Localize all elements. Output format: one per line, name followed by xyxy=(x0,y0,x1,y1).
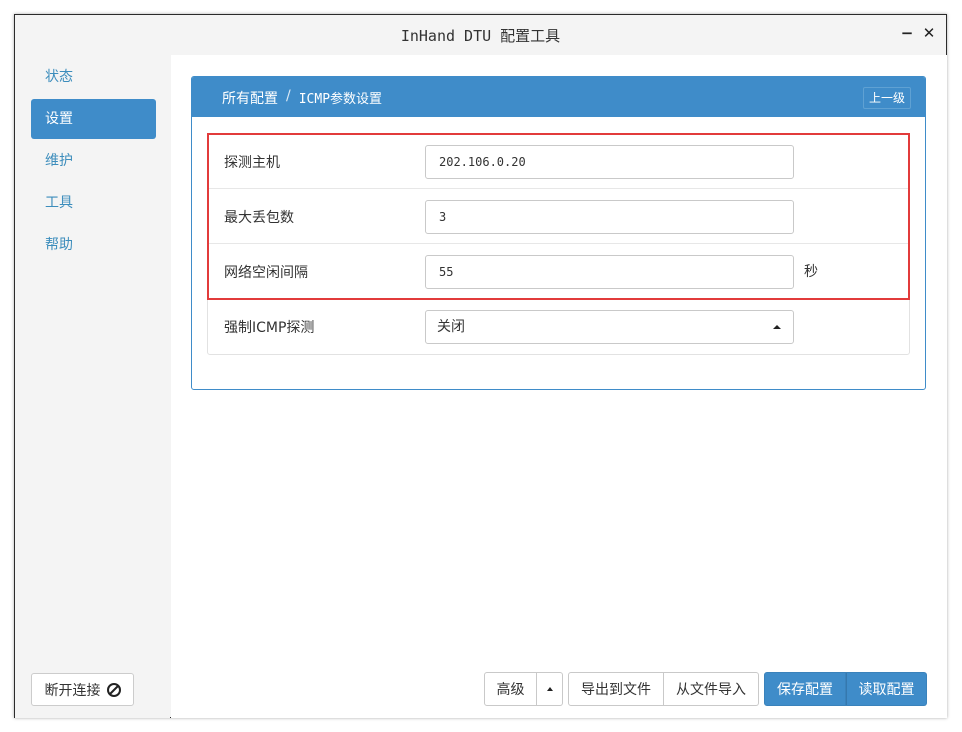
probe-host-label: 探测主机 xyxy=(224,155,280,171)
form-row-max-loss: 最大丢包数 3 xyxy=(208,189,909,244)
form-row-probe-host: 探测主机 202.106.0.20 xyxy=(208,134,909,189)
disconnect-label: 断开连接 xyxy=(44,682,101,699)
sidebar-item-tools[interactable]: 工具 xyxy=(31,183,156,223)
title-bar: InHand DTU 配置工具 − ✕ xyxy=(15,15,946,55)
force-icmp-label: 强制ICMP探测 xyxy=(224,320,315,336)
main-content: 所有配置 / ICMP参数设置 上一级 探测主机 202.106.0.20 最大… xyxy=(171,55,947,718)
max-loss-label: 最大丢包数 xyxy=(224,210,294,226)
caret-up-icon xyxy=(773,325,781,329)
breadcrumb-root[interactable]: 所有配置 xyxy=(222,88,278,108)
up-level-button[interactable]: 上一级 xyxy=(863,87,911,109)
advanced-button[interactable]: 高级 xyxy=(484,672,537,706)
ban-icon xyxy=(106,682,121,697)
import-from-file-button[interactable]: 从文件导入 xyxy=(664,672,759,706)
icmp-settings-panel: 所有配置 / ICMP参数设置 上一级 探测主机 202.106.0.20 最大… xyxy=(191,76,926,390)
breadcrumb-separator: / xyxy=(286,88,291,104)
minimize-icon[interactable]: − xyxy=(900,24,914,42)
sidebar-item-settings[interactable]: 设置 xyxy=(31,99,156,139)
config-button-group: 保存配置 读取配置 xyxy=(764,672,927,706)
probe-host-input[interactable]: 202.106.0.20 xyxy=(425,145,794,179)
idle-interval-input[interactable]: 55 xyxy=(425,255,794,289)
read-config-button[interactable]: 读取配置 xyxy=(846,672,927,706)
disconnect-button[interactable]: 断开连接 xyxy=(31,673,134,706)
window-title: InHand DTU 配置工具 xyxy=(400,27,561,45)
advanced-button-group: 高级 xyxy=(484,672,563,706)
idle-interval-unit: 秒 xyxy=(804,264,818,280)
sidebar-item-status[interactable]: 状态 xyxy=(31,57,156,97)
max-loss-input[interactable]: 3 xyxy=(425,200,794,234)
form-row-force-icmp: 强制ICMP探测 关闭 xyxy=(208,299,909,354)
advanced-dropdown-toggle[interactable] xyxy=(537,672,563,706)
force-icmp-select[interactable]: 关闭 xyxy=(425,310,794,344)
export-to-file-button[interactable]: 导出到文件 xyxy=(568,672,664,706)
breadcrumb-current: ICMP参数设置 xyxy=(298,92,383,107)
breadcrumb: 所有配置 / ICMP参数设置 xyxy=(222,88,382,108)
file-button-group: 导出到文件 从文件导入 xyxy=(568,672,759,706)
form-box: 探测主机 202.106.0.20 最大丢包数 3 网络空闲间隔 55 秒 强制… xyxy=(207,133,910,355)
panel-header: 所有配置 / ICMP参数设置 上一级 xyxy=(192,77,925,117)
app-window: InHand DTU 配置工具 − ✕ 状态 设置 维护 工具 帮助 断开连接 … xyxy=(14,14,947,718)
window-controls: − ✕ xyxy=(900,24,936,42)
sidebar: 状态 设置 维护 工具 帮助 断开连接 xyxy=(15,55,170,718)
caret-up-icon xyxy=(546,687,553,691)
save-config-button[interactable]: 保存配置 xyxy=(764,672,846,706)
form-row-idle-interval: 网络空闲间隔 55 秒 xyxy=(208,244,909,299)
sidebar-item-maintenance[interactable]: 维护 xyxy=(31,141,156,181)
force-icmp-value: 关闭 xyxy=(437,319,465,335)
close-icon[interactable]: ✕ xyxy=(922,24,936,42)
sidebar-item-help[interactable]: 帮助 xyxy=(31,225,156,265)
idle-interval-label: 网络空闲间隔 xyxy=(224,265,308,281)
